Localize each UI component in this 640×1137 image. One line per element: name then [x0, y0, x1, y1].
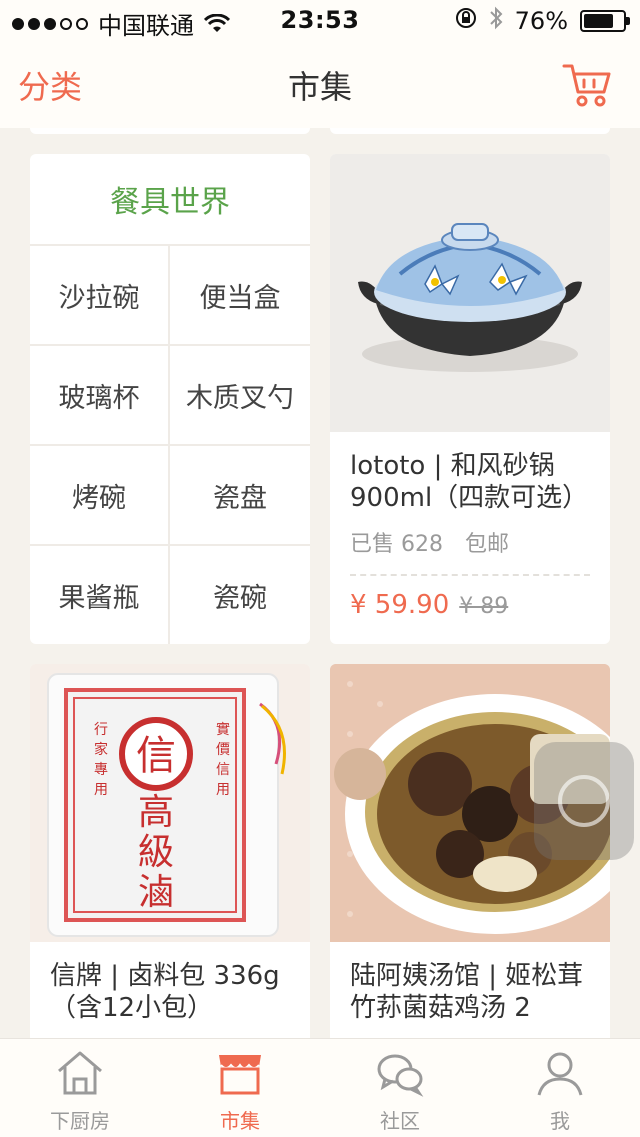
category-card: 餐具世界 沙拉碗 便当盒 玻璃杯 木质叉勺 烤碗 瓷盘 果酱瓶 瓷碗	[30, 154, 310, 644]
tab-bar: 下厨房 市集 社区 我	[0, 1038, 640, 1137]
tab-label: 我	[550, 1109, 570, 1133]
partial-card-left	[30, 128, 310, 134]
sold-count: 已售 628	[350, 532, 443, 557]
category-item[interactable]: 瓷盘	[170, 446, 310, 546]
svg-text:用: 用	[216, 782, 230, 798]
status-right: 76%	[455, 6, 630, 36]
product-title[interactable]: 陆阿姨汤馆 | 姬松茸竹荪菌菇鸡汤 2	[330, 942, 610, 1024]
category-grid: 沙拉碗 便当盒 玻璃杯 木质叉勺 烤碗 瓷盘 果酱瓶 瓷碗	[30, 246, 310, 644]
tab-me[interactable]: 我	[480, 1039, 640, 1137]
category-item[interactable]: 便当盒	[170, 246, 310, 346]
page-title: 市集	[287, 68, 353, 106]
chat-icon	[375, 1049, 425, 1101]
nav-bar: 分类 市集	[0, 40, 640, 128]
partial-card-right	[330, 128, 610, 134]
svg-text:家: 家	[94, 741, 108, 758]
bluetooth-icon	[489, 6, 503, 36]
person-icon	[535, 1049, 585, 1101]
product-image-spice-bag[interactable]: 信 高 級 滷 行家專用 實價信用	[30, 664, 310, 942]
svg-text:價: 價	[216, 741, 230, 758]
rotation-lock-icon	[455, 7, 477, 35]
clock: 23:53	[280, 6, 360, 34]
price-row: ¥ 59.90 ¥ 89	[330, 576, 610, 634]
wifi-icon	[204, 13, 230, 34]
old-price: ¥ 89	[459, 594, 509, 619]
category-item[interactable]: 瓷碗	[170, 546, 310, 644]
product-image-clay-pot[interactable]	[330, 154, 610, 432]
category-title[interactable]: 餐具世界	[30, 154, 310, 246]
svg-text:用: 用	[94, 782, 108, 798]
tab-community[interactable]: 社区	[320, 1039, 480, 1137]
tab-label: 市集	[220, 1109, 260, 1133]
signal-strength-icon	[12, 17, 88, 30]
svg-text:實: 實	[216, 721, 230, 738]
category-item[interactable]: 玻璃杯	[30, 346, 170, 446]
cart-icon[interactable]	[562, 60, 612, 108]
svg-text:專: 專	[94, 762, 108, 778]
tab-market[interactable]: 市集	[160, 1039, 320, 1137]
tab-label: 社区	[380, 1109, 420, 1133]
carrier-name: 中国联通	[98, 12, 194, 40]
category-item[interactable]: 木质叉勺	[170, 346, 310, 446]
product-card[interactable]: lototo | 和风砂锅 900ml（四款可选） 已售 628 包邮 ¥ 59…	[330, 154, 610, 644]
svg-text:級: 級	[138, 832, 174, 873]
battery-fill	[584, 14, 613, 28]
battery-percent: 76%	[514, 7, 568, 35]
battery-icon	[580, 10, 630, 32]
assistive-touch-icon	[558, 775, 610, 827]
tab-kitchen[interactable]: 下厨房	[0, 1039, 160, 1137]
category-item[interactable]: 烤碗	[30, 446, 170, 546]
shop-icon	[215, 1049, 265, 1101]
assistive-touch-button[interactable]	[534, 742, 634, 860]
tab-label: 下厨房	[50, 1109, 110, 1133]
status-left: 中国联通	[12, 6, 230, 41]
category-item[interactable]: 果酱瓶	[30, 546, 170, 644]
product-title[interactable]: 信牌 | 卤料包 336g（含12小包）	[30, 942, 310, 1024]
svg-text:信: 信	[136, 733, 176, 779]
house-icon	[55, 1049, 105, 1101]
svg-text:滷: 滷	[138, 872, 174, 913]
svg-text:信: 信	[216, 762, 230, 778]
price: ¥ 59.90	[350, 590, 450, 620]
content-scroll[interactable]: 餐具世界 沙拉碗 便当盒 玻璃杯 木质叉勺 烤碗 瓷盘 果酱瓶 瓷碗 lotot…	[0, 128, 640, 1038]
category-button[interactable]: 分类	[18, 62, 82, 108]
product-card[interactable]: 信 高 級 滷 行家專用 實價信用 信牌 | 卤料包 336g（含12小包）	[30, 664, 310, 1038]
category-item[interactable]: 沙拉碗	[30, 246, 170, 346]
status-bar: 中国联通 23:53 76%	[0, 0, 640, 40]
product-meta: 已售 628 包邮	[330, 514, 610, 558]
svg-text:高: 高	[138, 792, 174, 833]
product-title[interactable]: lototo | 和风砂锅 900ml（四款可选）	[330, 432, 610, 514]
shipping-badge: 包邮	[465, 532, 510, 557]
svg-text:行: 行	[94, 722, 108, 738]
